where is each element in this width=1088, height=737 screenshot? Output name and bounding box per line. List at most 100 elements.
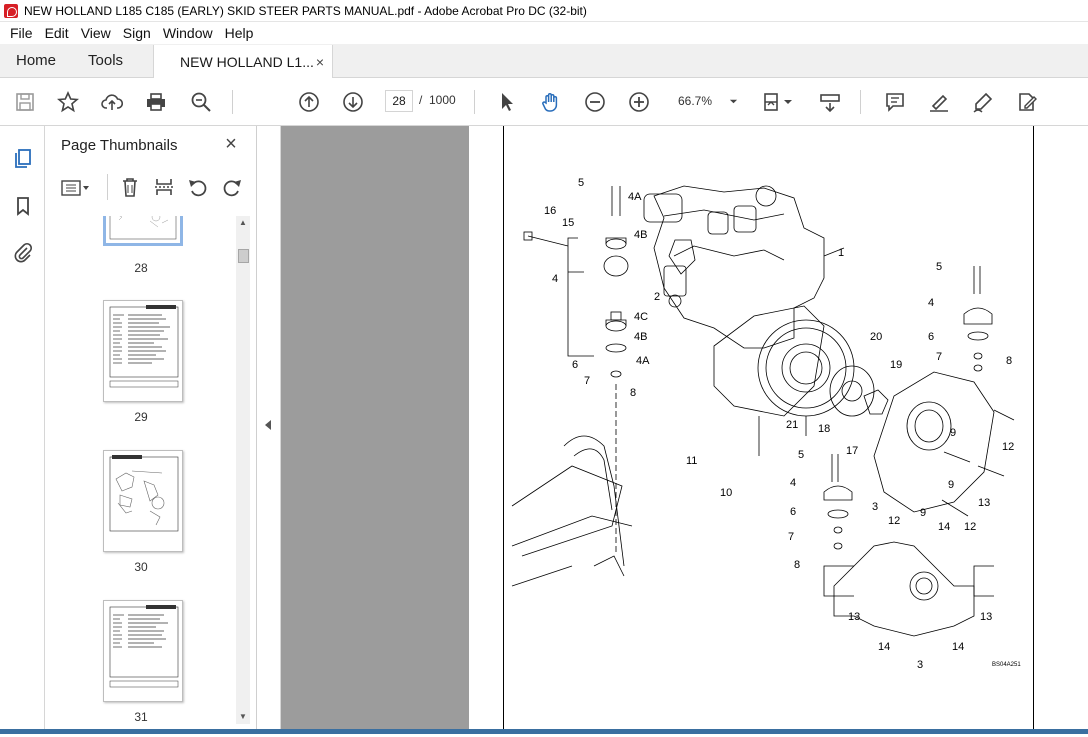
menu-edit[interactable]: Edit [39, 25, 75, 41]
thumbnail-toolbar [57, 174, 247, 202]
save-icon[interactable] [13, 90, 37, 114]
thumbnail-scrollbar[interactable]: ▲ ▼ [236, 216, 250, 724]
svg-text:4B: 4B [634, 229, 647, 241]
zoom-out-icon[interactable] [583, 90, 607, 114]
rotate-counterclockwise-icon[interactable] [187, 176, 209, 201]
document-view[interactable]: 5 16 15 4A 4B 4 2 4C 4B 4A 6 7 8 1 20 19 21 18 17 11 1… [281, 126, 1088, 734]
previous-page-icon[interactable] [297, 90, 321, 114]
svg-text:5: 5 [798, 449, 804, 461]
chevron-down-icon [729, 99, 738, 103]
svg-text:6: 6 [928, 331, 934, 343]
page-total: 1000 [429, 93, 456, 107]
svg-text:9: 9 [950, 427, 956, 439]
tab-document[interactable]: NEW HOLLAND L1... × [153, 45, 334, 78]
attachments-icon[interactable] [11, 240, 35, 264]
zoom-select[interactable]: 66.7% [670, 90, 742, 112]
thumbnail-list: 28 29 30 31 [45, 216, 235, 732]
highlight-pen-icon[interactable] [927, 90, 951, 114]
svg-text:4A: 4A [628, 191, 642, 203]
scroll-down-icon[interactable]: ▼ [236, 710, 250, 724]
bookmark-star-icon[interactable] [56, 90, 80, 114]
svg-text:7: 7 [936, 351, 942, 363]
tab-home[interactable]: Home [0, 44, 72, 77]
svg-text:3: 3 [872, 501, 878, 513]
rotate-clockwise-icon[interactable] [221, 176, 243, 201]
menu-window[interactable]: Window [157, 25, 219, 41]
close-icon[interactable]: × [221, 134, 241, 154]
thumbnail-options-icon[interactable] [61, 178, 91, 201]
next-page-icon[interactable] [341, 90, 365, 114]
sign-pen-icon[interactable] [971, 90, 995, 114]
svg-text:11: 11 [686, 455, 697, 467]
svg-text:8: 8 [794, 559, 800, 571]
pdf-page: 5 16 15 4A 4B 4 2 4C 4B 4A 6 7 8 1 20 19 21 18 17 11 1… [503, 126, 1034, 734]
svg-text:13: 13 [980, 611, 992, 623]
svg-text:21: 21 [786, 419, 798, 431]
svg-text:8: 8 [1006, 355, 1012, 367]
tab-document-label: NEW HOLLAND L1... [180, 53, 314, 70]
svg-text:10: 10 [720, 487, 732, 499]
svg-text:17: 17 [846, 445, 858, 457]
thumbnail-label: 31 [134, 710, 148, 724]
page-number-input[interactable]: 28 [385, 90, 413, 112]
toolbar [0, 78, 1088, 126]
scrollbar-thumb[interactable] [238, 249, 249, 263]
title-bar: NEW HOLLAND L185 C185 (EARLY) SKID STEER… [0, 0, 1088, 22]
zoom-in-icon[interactable] [627, 90, 651, 114]
svg-text:6: 6 [790, 506, 796, 518]
svg-text:4A: 4A [636, 355, 650, 367]
svg-text:13: 13 [848, 611, 860, 623]
thumbnail-label: 30 [134, 560, 148, 574]
svg-text:12: 12 [1002, 441, 1014, 453]
print-icon[interactable] [144, 90, 168, 114]
toolbar-separator [860, 90, 861, 114]
navigation-rail [0, 126, 45, 734]
read-mode-icon[interactable] [818, 90, 842, 114]
thumbnail-label: 29 [134, 410, 148, 424]
page-thumbnails-icon[interactable] [11, 146, 35, 170]
menu-help[interactable]: Help [219, 25, 260, 41]
svg-text:18: 18 [818, 423, 830, 435]
panel-collapse-strip[interactable] [257, 126, 281, 734]
page-thumbnails-panel: Page Thumbnails × 28 29 30 31 [45, 126, 257, 734]
svg-text:8: 8 [630, 387, 636, 399]
svg-text:7: 7 [584, 375, 590, 387]
chevron-down-icon[interactable] [783, 90, 793, 114]
zoom-search-icon[interactable] [189, 90, 213, 114]
toolbar-separator [107, 174, 108, 200]
svg-text:5: 5 [578, 177, 584, 189]
thumbnail-page[interactable] [103, 450, 183, 552]
thumbnail-page[interactable] [103, 216, 183, 246]
delete-page-icon[interactable] [119, 176, 141, 201]
edit-pdf-icon[interactable] [1015, 90, 1039, 114]
svg-text:6: 6 [572, 359, 578, 371]
scroll-up-icon[interactable]: ▲ [236, 216, 250, 230]
menu-file[interactable]: File [4, 25, 39, 41]
toolbar-separator [474, 90, 475, 114]
page-separator: / [419, 93, 423, 107]
svg-text:15: 15 [562, 217, 574, 229]
comment-icon[interactable] [883, 90, 907, 114]
svg-text:1: 1 [838, 247, 844, 259]
menu-sign[interactable]: Sign [117, 25, 157, 41]
tab-bar: Home Tools NEW HOLLAND L1... × [0, 44, 1088, 78]
collapse-arrow-icon[interactable] [265, 420, 271, 430]
svg-text:4C: 4C [634, 311, 648, 323]
svg-text:3: 3 [917, 659, 923, 671]
tab-close-icon[interactable]: × [316, 54, 324, 70]
page-fit-icon[interactable] [760, 90, 784, 114]
select-cursor-icon[interactable] [495, 90, 519, 114]
thumbnail-page[interactable] [103, 300, 183, 402]
tab-tools[interactable]: Tools [72, 44, 139, 77]
svg-text:20: 20 [870, 331, 882, 343]
menu-view[interactable]: View [75, 25, 117, 41]
upload-cloud-icon[interactable] [100, 90, 124, 114]
thumbnail-page[interactable] [103, 600, 183, 702]
toolbar-separator [232, 90, 233, 114]
svg-text:4: 4 [928, 297, 934, 309]
hand-tool-icon[interactable] [539, 90, 563, 114]
extract-page-icon[interactable] [153, 176, 175, 201]
panel-title: Page Thumbnails [61, 137, 178, 154]
document-background [281, 126, 469, 734]
bookmarks-icon[interactable] [11, 194, 35, 218]
